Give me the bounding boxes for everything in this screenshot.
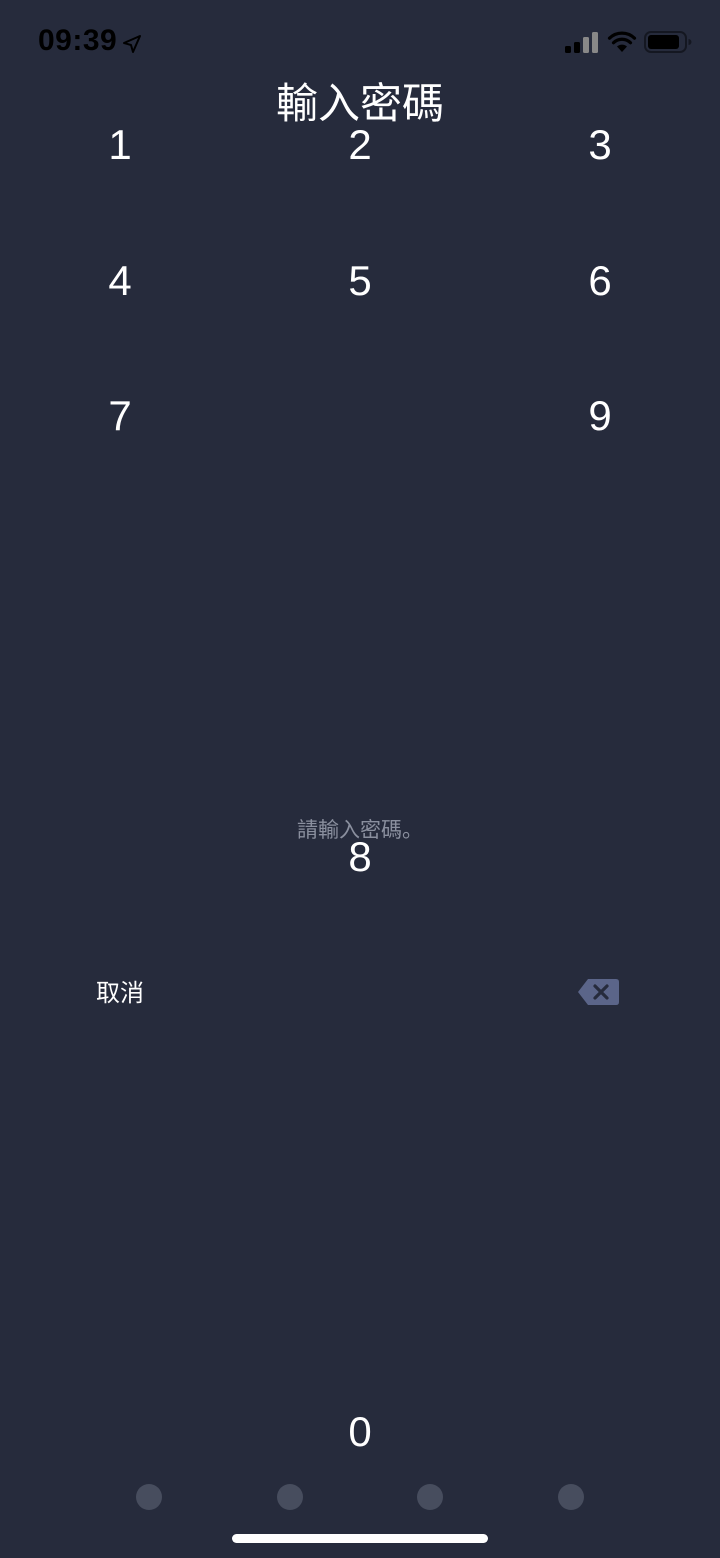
passcode-dot [277,1484,303,1510]
cellular-signal-icon [565,32,598,53]
backspace-icon [578,979,619,1005]
wifi-icon [607,31,637,52]
key-6[interactable]: 6 [520,241,680,321]
key-5[interactable]: 5 [280,241,440,321]
passcode-dots [0,1484,720,1514]
cancel-button[interactable]: 取消 [70,970,170,1016]
key-4[interactable]: 4 [40,241,200,321]
location-arrow-icon [123,35,141,53]
key-2[interactable]: 2 [280,105,440,185]
passcode-dot [558,1484,584,1510]
passcode-dot [417,1484,443,1510]
status-time: 09:39 [38,24,118,57]
key-9[interactable]: 9 [520,376,680,456]
home-indicator[interactable] [232,1534,488,1543]
passcode-screen: 09:39 輸入密碼 1 2 3 4 5 6 7 9 請輸入密碼。 8 取消 0 [0,0,720,1558]
delete-button[interactable] [570,972,626,1012]
key-3[interactable]: 3 [520,105,680,185]
battery-icon [644,31,692,53]
passcode-dot [136,1484,162,1510]
key-0[interactable]: 0 [280,1392,440,1472]
key-1[interactable]: 1 [40,105,200,185]
key-7[interactable]: 7 [40,376,200,456]
status-bar: 09:39 [0,0,720,90]
key-8[interactable]: 8 [280,817,440,897]
